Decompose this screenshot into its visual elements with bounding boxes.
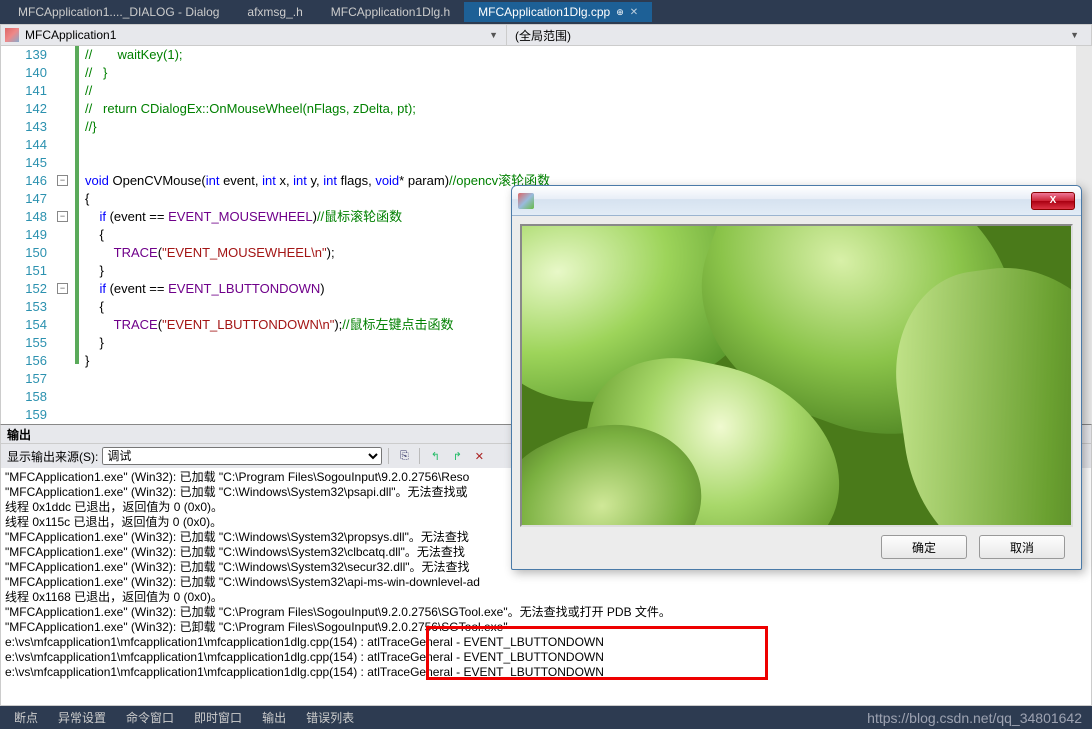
tool-tab[interactable]: 输出	[252, 706, 296, 729]
close-icon[interactable]: ✕	[630, 7, 638, 18]
clear-icon[interactable]: ✕	[470, 447, 488, 465]
watermark: https://blog.csdn.net/qq_34801642	[867, 710, 1082, 726]
prev-message-icon[interactable]: ↰	[426, 447, 444, 465]
line-numbers: 1391401411421431441451461471481491501511…	[1, 46, 55, 424]
tab-label: MFCApplication1Dlg.cpp	[478, 5, 610, 19]
tool-tab[interactable]: 命令窗口	[116, 706, 184, 729]
tab-dlg-cpp[interactable]: MFCApplication1Dlg.cpp ⊕ ✕	[464, 2, 652, 22]
app-icon	[518, 193, 534, 209]
tool-tab[interactable]: 异常设置	[48, 706, 116, 729]
pin-icon[interactable]: ⊕	[616, 7, 624, 18]
tool-tab[interactable]: 即时窗口	[184, 706, 252, 729]
navigation-bar: MFCApplication1 ▼ (全局范围) ▼	[0, 24, 1092, 46]
code-content: // waitKey(1);// }//// return CDialogEx:…	[85, 46, 550, 424]
project-icon	[5, 28, 19, 42]
highlight-box	[426, 626, 768, 680]
image-preview[interactable]	[520, 224, 1073, 527]
change-marker	[75, 46, 79, 364]
scope-member-dropdown[interactable]: (全局范围) ▼	[507, 25, 1091, 45]
tool-tab[interactable]: 断点	[4, 706, 48, 729]
preview-dialog: X 确定 取消	[511, 185, 1082, 570]
tab-dlg-header[interactable]: MFCApplication1Dlg.h	[317, 2, 464, 22]
ok-button[interactable]: 确定	[881, 535, 967, 559]
chevron-down-icon: ▼	[1066, 30, 1083, 40]
scope-project-label: MFCApplication1	[25, 28, 485, 42]
dialog-titlebar[interactable]: X	[512, 186, 1081, 216]
fold-toggle[interactable]: −	[57, 283, 68, 294]
scope-project-dropdown[interactable]: MFCApplication1 ▼	[1, 25, 507, 45]
find-message-icon[interactable]: ⎘	[395, 447, 413, 465]
scope-member-label: (全局范围)	[515, 27, 1066, 44]
next-message-icon[interactable]: ↱	[448, 447, 466, 465]
output-source-select[interactable]: 调试	[102, 447, 382, 465]
cancel-button[interactable]: 取消	[979, 535, 1065, 559]
tab-afxmsg[interactable]: afxmsg_.h	[233, 2, 316, 22]
document-tabs: MFCApplication1...._DIALOG - Dialog afxm…	[0, 0, 1092, 24]
fold-toggle[interactable]: −	[57, 175, 68, 186]
close-button[interactable]: X	[1031, 192, 1075, 210]
output-source-label: 显示输出来源(S):	[7, 448, 98, 465]
chevron-down-icon: ▼	[485, 30, 502, 40]
tool-tab[interactable]: 错误列表	[296, 706, 364, 729]
tab-dialog-designer[interactable]: MFCApplication1...._DIALOG - Dialog	[4, 2, 233, 22]
fold-toggle[interactable]: −	[57, 211, 68, 222]
